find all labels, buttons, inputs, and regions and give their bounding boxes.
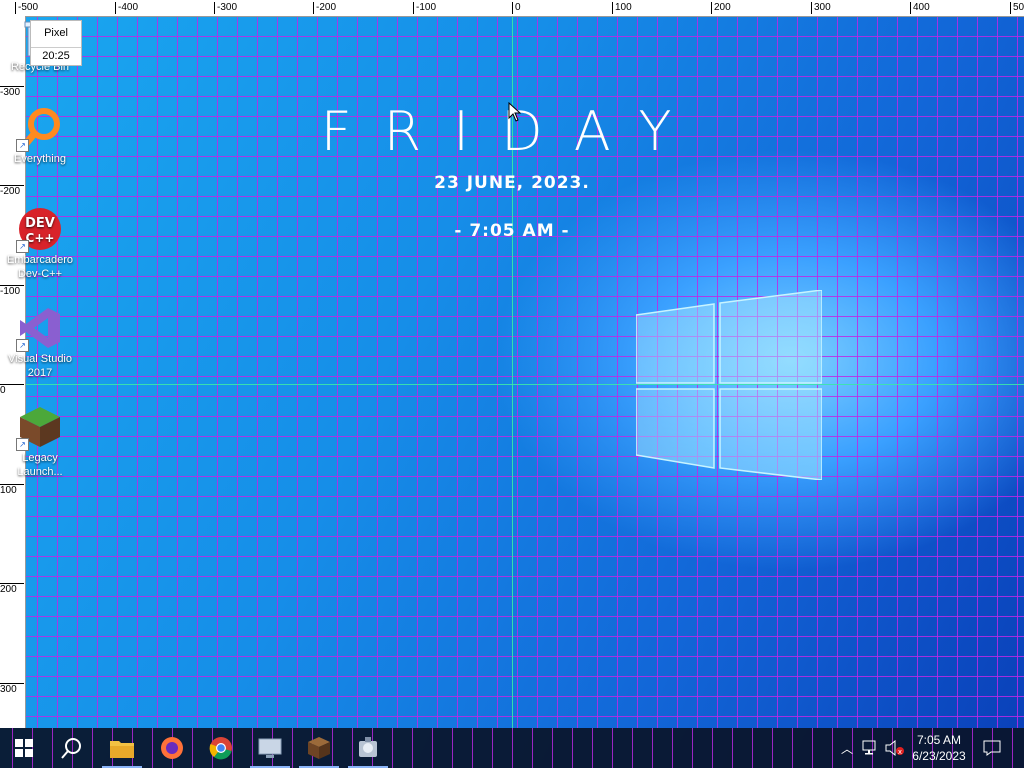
ruler-tick: 50 bbox=[1010, 2, 1024, 14]
shortcut-arrow-icon: ↗ bbox=[16, 438, 29, 451]
taskbar-chrome[interactable] bbox=[197, 728, 245, 768]
ruler-tick: 100 bbox=[0, 484, 24, 496]
clock-date: 23 JUNE, 2023. bbox=[434, 173, 590, 193]
ruler-tick: 200 bbox=[0, 583, 24, 595]
desktop-icon-label: Embarcadero Dev-C++ bbox=[6, 254, 74, 280]
firefox-icon bbox=[161, 737, 183, 759]
notification-icon bbox=[983, 740, 1001, 756]
visual-studio-icon: ↗ bbox=[16, 306, 62, 352]
desktop-icon-legacy-launcher[interactable]: ↗ Legacy Launch... bbox=[2, 405, 78, 479]
ruler-tick: -100 bbox=[413, 2, 436, 14]
tool-app-icon bbox=[359, 737, 377, 757]
ruler-tick: 100 bbox=[612, 2, 632, 14]
pixel-readout-value: 20:25 bbox=[31, 47, 81, 62]
ruler-tick: 300 bbox=[811, 2, 831, 14]
ruler-tick: 300 bbox=[0, 683, 24, 695]
crosshair-horizontal bbox=[25, 384, 1024, 385]
shortcut-arrow-icon: ↗ bbox=[16, 240, 29, 253]
ruler-tick: 200 bbox=[711, 2, 731, 14]
taskbar-minecraft-launcher[interactable] bbox=[295, 728, 343, 768]
pixel-readout-label: Pixel bbox=[44, 27, 68, 39]
ruler-tick: -400 bbox=[115, 2, 138, 14]
desktop-icon-label: Legacy Launch... bbox=[17, 452, 63, 478]
shortcut-arrow-icon: ↗ bbox=[16, 339, 29, 352]
tray-network[interactable] bbox=[860, 728, 882, 768]
tray-volume[interactable]: x bbox=[884, 728, 906, 768]
pixel-readout: Pixel 20:25 bbox=[30, 20, 82, 66]
ruler-tick: 0 bbox=[512, 2, 521, 14]
ruler-tick: 0 bbox=[0, 384, 24, 396]
mouse-cursor-icon bbox=[508, 102, 522, 122]
folder-icon bbox=[110, 741, 134, 758]
ruler-tick: -300 bbox=[214, 2, 237, 14]
ruler-tick: -200 bbox=[313, 2, 336, 14]
taskbar-firefox[interactable] bbox=[148, 728, 196, 768]
tray-date: 6/23/2023 bbox=[912, 749, 966, 763]
svg-text:x: x bbox=[898, 748, 902, 756]
chevron-up-icon: ︿ bbox=[840, 741, 853, 756]
minecraft-chest-icon bbox=[308, 737, 330, 759]
desktop-icon-visual-studio[interactable]: ↗ Visual Studio 2017 bbox=[2, 306, 78, 380]
ruler-tick: -300 bbox=[0, 86, 24, 98]
clock-time: - 7:05 AM - bbox=[454, 221, 570, 241]
minecraft-block-icon: ↗ bbox=[16, 405, 62, 451]
windows-start-icon bbox=[15, 739, 33, 757]
ruler-top: -500 -400 -300 -200 -100 0 100 200 300 4… bbox=[0, 0, 1024, 17]
action-center-button[interactable] bbox=[978, 728, 1006, 768]
taskbar-file-explorer[interactable] bbox=[98, 728, 146, 768]
tray-show-hidden[interactable]: ︿ bbox=[838, 728, 856, 768]
network-icon bbox=[862, 740, 876, 755]
monitor-app-icon bbox=[258, 738, 282, 758]
taskbar-monitor-app[interactable] bbox=[246, 728, 294, 768]
search-button[interactable] bbox=[48, 728, 96, 768]
desktop-icon-devcpp[interactable]: DEV C++ ↗ Embarcadero Dev-C++ bbox=[2, 207, 78, 281]
tray-time: 7:05 AM bbox=[916, 733, 962, 747]
ruler-tick: -100 bbox=[0, 285, 24, 297]
taskbar-tool-app[interactable] bbox=[344, 728, 392, 768]
tray-clock[interactable]: 7:05 AM 6/23/2023 bbox=[905, 732, 973, 764]
chrome-icon bbox=[209, 737, 232, 760]
ruler-tick: -500 bbox=[15, 2, 38, 14]
windows-logo-wallpaper bbox=[636, 290, 822, 480]
start-button[interactable] bbox=[0, 728, 48, 768]
volume-muted-icon: x bbox=[885, 740, 904, 756]
taskbar: ︿ x 7:05 AM 6/23/2023 bbox=[0, 728, 1024, 768]
desktop-icon-label: Visual Studio 2017 bbox=[7, 353, 72, 379]
ruler-tick: 400 bbox=[910, 2, 930, 14]
search-icon bbox=[61, 738, 81, 759]
